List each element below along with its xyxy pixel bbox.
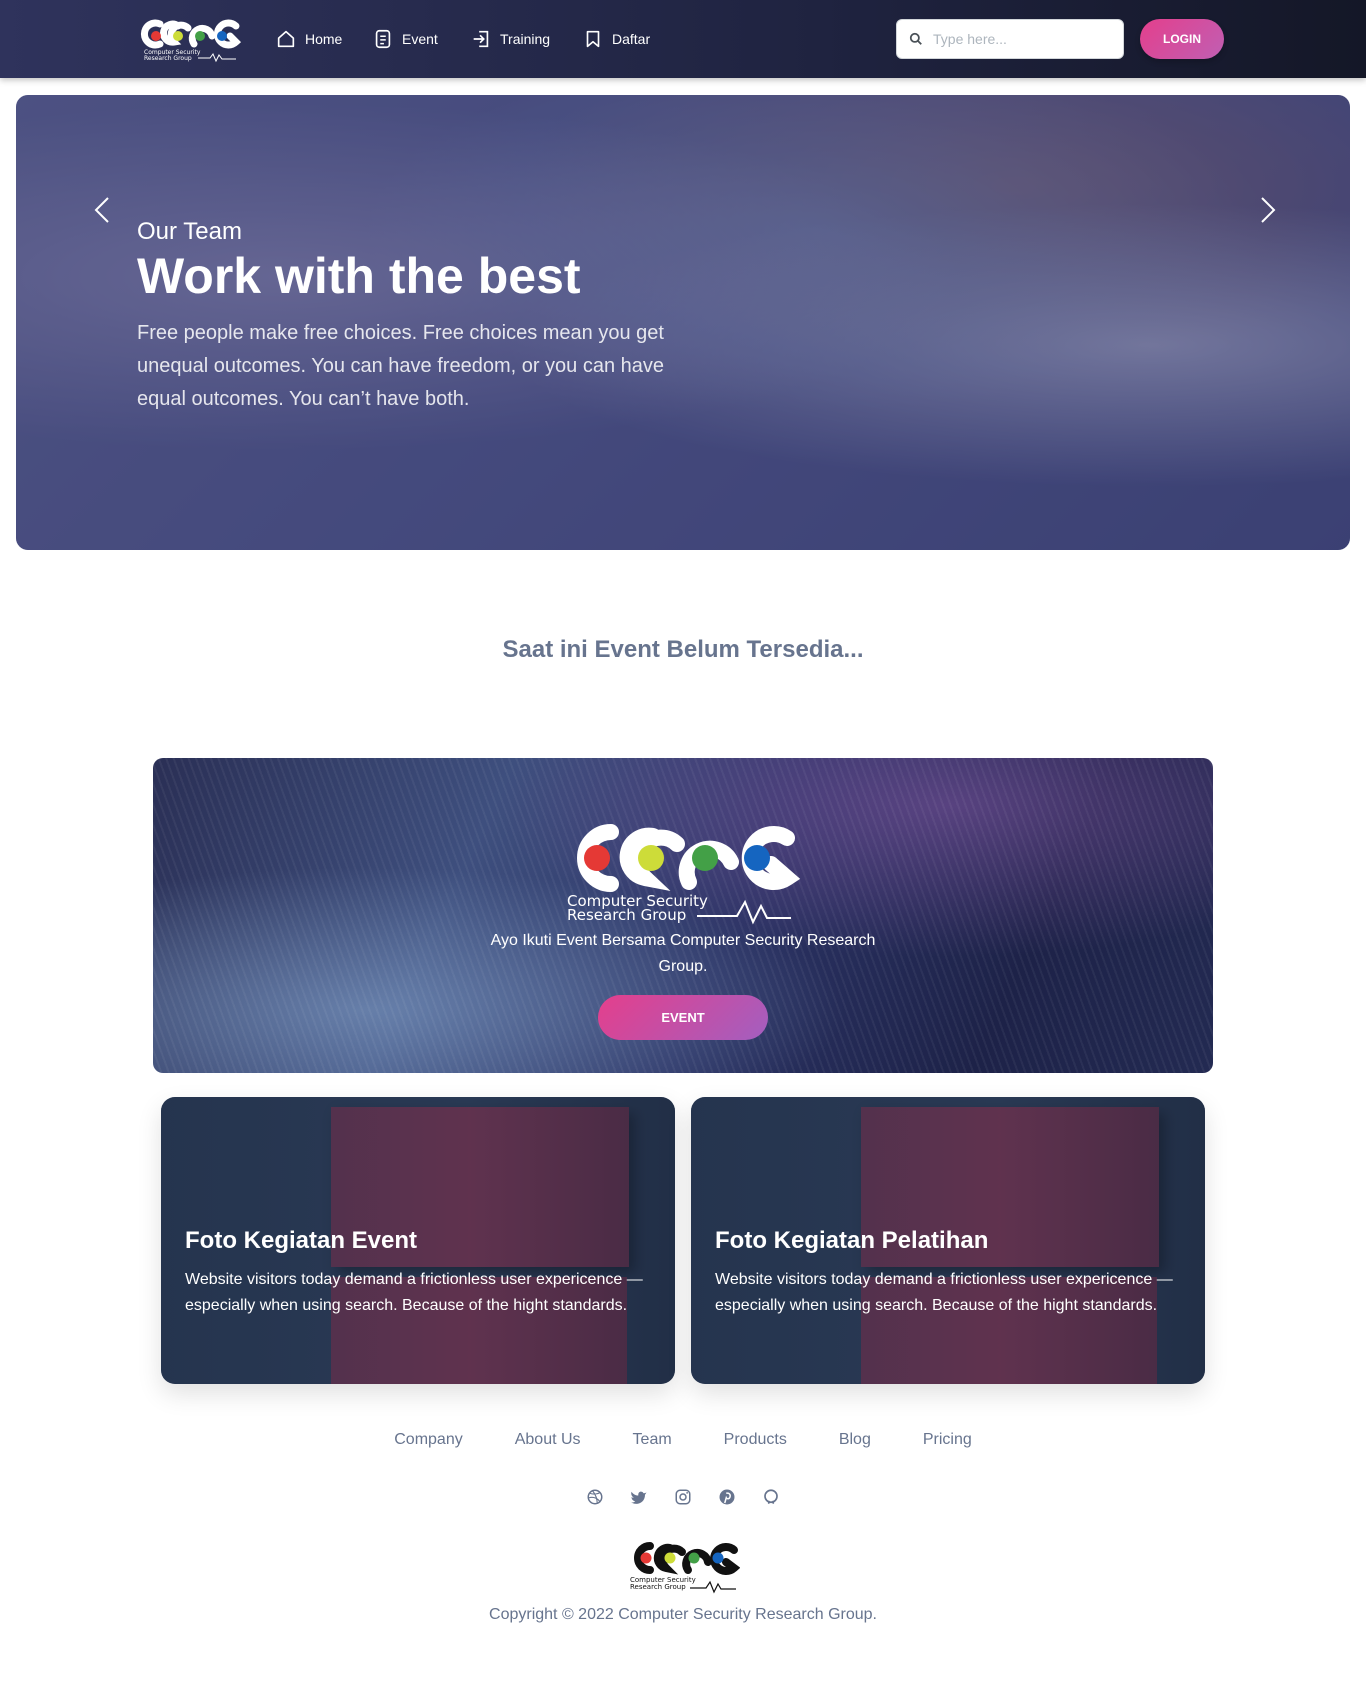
footer-link-team[interactable]: Team <box>633 1431 672 1449</box>
nav-event-label: Event <box>402 31 438 47</box>
nav-training-label: Training <box>500 31 551 47</box>
carousel-prev-icon[interactable] <box>88 195 118 225</box>
card-text: Website visitors today demand a friction… <box>185 1271 643 1314</box>
card-text: Website visitors today demand a friction… <box>715 1271 1173 1314</box>
event-button[interactable]: EVENT <box>598 995 768 1040</box>
cta-text: Ayo Ikuti Event Bersama Computer Securit… <box>490 932 876 975</box>
bookmark-icon <box>586 30 600 48</box>
logo-text-line2: Research Group <box>630 1583 686 1591</box>
hero-subtitle: Our Team <box>137 218 242 245</box>
document-icon <box>375 29 391 49</box>
footer-link-company[interactable]: Company <box>394 1431 462 1449</box>
footer-links: Company About Us Team Products Blog Pric… <box>0 1431 1366 1449</box>
photo-card-pelatihan[interactable]: Foto Kegiatan Pelatihan Website visitors… <box>691 1097 1205 1384</box>
search-icon <box>909 32 922 45</box>
footer-link-products[interactable]: Products <box>724 1431 787 1449</box>
navbar: Computer Security Research Group Home Ev… <box>0 0 1366 78</box>
nav-event[interactable]: Event <box>372 26 438 52</box>
csrg-logo-large: Computer Security Research Group <box>567 824 801 925</box>
photo-card-event[interactable]: Foto Kegiatan Event Website visitors tod… <box>161 1097 675 1384</box>
nav-daftar[interactable]: Daftar <box>582 26 650 52</box>
logo-text-line2: Research Group <box>144 55 192 62</box>
card-title: Foto Kegiatan Event <box>185 1227 418 1254</box>
footer-link-blog[interactable]: Blog <box>839 1431 871 1449</box>
carousel-next-icon[interactable] <box>1252 195 1282 225</box>
card-title: Foto Kegiatan Pelatihan <box>715 1227 989 1254</box>
footer-link-about-us[interactable]: About Us <box>515 1431 581 1449</box>
pinterest-icon[interactable] <box>718 1488 736 1506</box>
search-input[interactable] <box>933 31 1113 47</box>
instagram-icon[interactable] <box>674 1488 692 1506</box>
nav-daftar-label: Daftar <box>612 31 651 47</box>
login-arrow-icon <box>473 30 489 48</box>
hero-text: Free people make free choices. Free choi… <box>137 322 665 410</box>
hero-carousel: Our Team Work with the best Free people … <box>16 95 1350 550</box>
nav-training[interactable]: Training <box>470 26 550 52</box>
login-button[interactable]: LOGIN <box>1140 19 1224 59</box>
social-links <box>0 1488 1366 1506</box>
nav-home-label: Home <box>305 31 343 47</box>
hero-title: Work with the best <box>137 248 581 304</box>
event-cta-card: Computer Security Research Group Ayo Iku… <box>153 758 1213 1073</box>
github-icon[interactable] <box>762 1488 780 1506</box>
search-box[interactable] <box>896 19 1124 59</box>
no-event-message: Saat ini Event Belum Tersedia... <box>502 636 864 663</box>
nav-home[interactable]: Home <box>275 26 342 52</box>
logo-text-line2: Research Group <box>567 906 686 924</box>
csrg-logo-footer[interactable]: Computer Security Research Group <box>626 1538 740 1594</box>
twitter-icon[interactable] <box>630 1488 648 1506</box>
csrg-logo[interactable]: Computer Security Research Group <box>138 14 242 64</box>
dribbble-icon[interactable] <box>586 1488 604 1506</box>
footer-link-pricing[interactable]: Pricing <box>923 1431 972 1449</box>
copyright-text: Copyright © 2022 Computer Security Resea… <box>489 1606 877 1623</box>
home-icon <box>277 30 295 48</box>
